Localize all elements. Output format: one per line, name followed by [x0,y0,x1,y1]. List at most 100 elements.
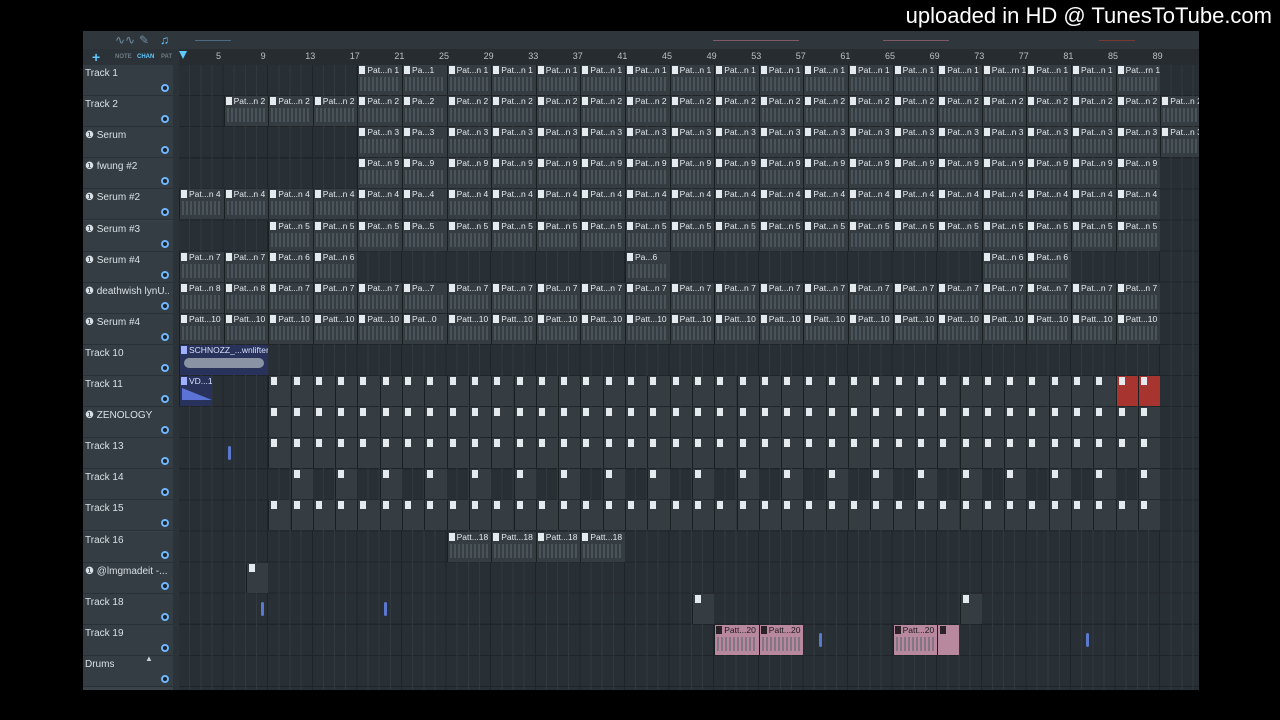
pattern-clip[interactable]: Pat...n 7 [758,282,804,313]
pattern-clip[interactable] [625,407,648,438]
piano-icon[interactable]: ♫ [160,33,169,47]
track-header[interactable]: ❶ @lmgmadeit -... [83,562,173,594]
pattern-clip[interactable]: Pat...n 3 [758,127,804,158]
pattern-clip[interactable] [424,407,447,438]
pattern-clip[interactable] [959,438,982,469]
pattern-clip[interactable]: Patt...10 [1115,313,1161,344]
pattern-clip[interactable] [535,500,559,531]
pattern-clip[interactable] [312,438,336,469]
automation-marker[interactable] [261,601,265,616]
pattern-clip[interactable]: Pat...n 5 [268,220,313,251]
pattern-clip[interactable]: Pat...n 5 [580,220,625,251]
pattern-clip[interactable] [870,407,893,438]
pattern-clip[interactable] [1071,407,1094,438]
pattern-clip[interactable] [691,469,715,500]
pattern-clip[interactable] [1137,407,1161,438]
pattern-clip[interactable] [781,469,804,500]
pattern-clip[interactable]: Pat...n 2 [535,96,581,127]
pattern-clip[interactable]: Pat...n 4 [223,189,269,220]
pattern-clip[interactable]: Pat...n 9 [580,158,625,189]
pattern-clip[interactable] [268,438,291,469]
pattern-clip[interactable]: Pat...n 7 [223,251,269,282]
pattern-clip[interactable]: Pat...n 5 [892,220,938,251]
pattern-clip[interactable] [1048,469,1071,500]
pattern-clip[interactable]: Pat...n 9 [803,158,848,189]
pattern-clip[interactable]: Pat...n 9 [758,158,804,189]
pattern-clip[interactable] [892,407,915,438]
pattern-clip[interactable] [848,438,871,469]
pattern-clip[interactable]: Pat...n 3 [981,127,1027,158]
pattern-clip[interactable] [1026,407,1049,438]
pattern-clip[interactable] [1004,500,1027,531]
pattern-clip[interactable] [625,376,648,406]
pattern-clip[interactable] [1093,376,1116,406]
pattern-clip[interactable]: Patt...18 [580,531,625,562]
pattern-clip[interactable]: Pat...n 2 [981,96,1027,127]
pattern-clip[interactable] [290,407,313,438]
track-mute-indicator[interactable] [161,363,169,372]
pattern-clip[interactable] [803,407,826,438]
pattern-clip[interactable] [335,438,358,469]
track-mute-indicator[interactable] [161,612,169,621]
pattern-clip[interactable] [691,438,715,469]
pattern-clip[interactable] [870,438,893,469]
pattern-clip[interactable]: Pat...n 4 [535,189,581,220]
pattern-clip[interactable]: Pat...n 9 [714,158,759,189]
pattern-clip[interactable] [625,500,648,531]
pattern-clip[interactable] [468,469,492,500]
pattern-clip[interactable] [379,407,402,438]
pattern-clip[interactable] [535,438,559,469]
pattern-clip[interactable] [669,438,692,469]
pattern-clip[interactable]: Pat...n 2 [491,96,536,127]
pattern-clip[interactable]: Pat...n 4 [625,189,670,220]
pattern-clip[interactable]: Patt...20 [714,624,759,655]
pattern-clip[interactable]: Pat...n 2 [1115,96,1161,127]
pattern-clip[interactable]: Pat...n 5 [758,220,804,251]
pattern-clip[interactable] [379,438,402,469]
pattern-clip[interactable] [669,376,692,406]
pattern-clip[interactable] [781,376,804,406]
pattern-clip[interactable]: Pat...n 4 [848,189,893,220]
pattern-clip[interactable]: Pat...n 5 [803,220,848,251]
pattern-clip[interactable] [981,407,1005,438]
pattern-clip[interactable]: Pat...n 1 [625,65,670,95]
pattern-clip[interactable] [468,438,492,469]
pattern-clip[interactable] [1093,500,1116,531]
pattern-clip[interactable] [602,500,625,531]
pattern-clip[interactable] [959,376,982,406]
pattern-clip[interactable] [1137,469,1161,500]
pattern-clip[interactable]: Patt...18 [491,531,536,562]
pattern-clip[interactable]: Pat...n 5 [669,220,715,251]
pattern-clip[interactable] [959,500,982,531]
pattern-clip[interactable] [290,376,313,406]
pattern-clip[interactable]: Pat...n 3 [1071,127,1116,158]
track-mute-indicator[interactable] [161,426,169,435]
pattern-clip[interactable] [1093,407,1116,438]
pattern-clip[interactable] [513,500,536,531]
pattern-clip[interactable] [937,376,960,406]
pattern-clip[interactable] [959,593,982,624]
pattern-clip[interactable]: Pat...n 5 [446,220,492,251]
pattern-clip[interactable]: Pat...n 2 [714,96,759,127]
pattern-clip[interactable]: Pat...n 3 [669,127,715,158]
pattern-clip[interactable]: Pat...n 2 [1160,96,1199,127]
pattern-clip[interactable]: Pat...n 5 [357,220,402,251]
pattern-clip[interactable]: Pat...n 2 [1071,96,1116,127]
pattern-clip[interactable]: Pat...n 9 [669,158,715,189]
pattern-clip[interactable]: Patt...10 [491,313,536,344]
pattern-clip[interactable] [580,407,603,438]
pattern-clip[interactable] [1004,438,1027,469]
add-track-button[interactable]: + [92,49,100,65]
pattern-clip[interactable]: Pat...n 4 [312,189,358,220]
pattern-clip[interactable] [357,500,380,531]
pattern-clip[interactable]: Pat...n 3 [357,127,402,158]
pattern-clip[interactable]: Pat...n 1 [357,65,402,95]
track-mute-indicator[interactable] [161,146,169,155]
track-mute-indicator[interactable] [161,395,169,403]
pattern-clip[interactable] [691,500,715,531]
pattern-clip[interactable] [781,407,804,438]
pattern-clip[interactable] [1093,469,1116,500]
pattern-clip[interactable]: Pat...n 7 [848,282,893,313]
pattern-clip[interactable] [914,438,938,469]
pattern-clip[interactable] [758,438,782,469]
